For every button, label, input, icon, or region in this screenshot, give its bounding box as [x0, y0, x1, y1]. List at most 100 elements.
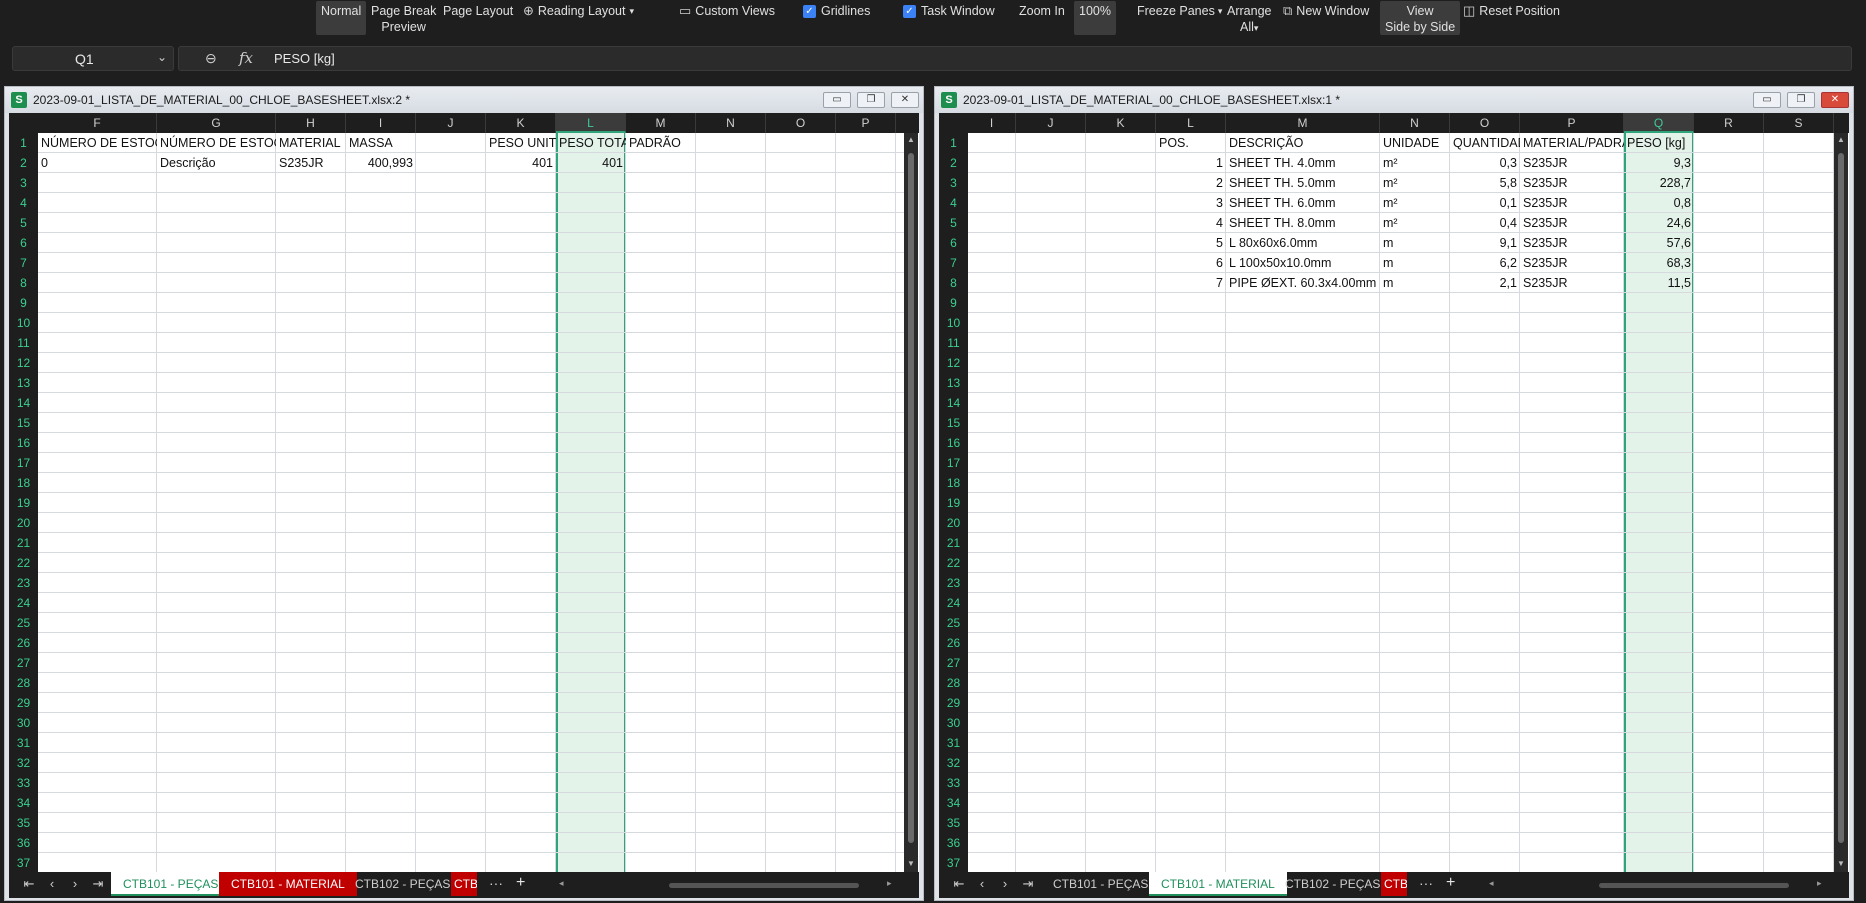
row-header-30[interactable]: 30: [939, 713, 968, 733]
row-header-22[interactable]: 22: [9, 553, 38, 573]
scroll-up-arrow-icon[interactable]: ▲: [906, 135, 916, 144]
scroll-down-arrow-icon[interactable]: ▼: [1836, 859, 1846, 868]
row-header-26[interactable]: 26: [939, 633, 968, 653]
cell-o7[interactable]: 6,2: [1450, 253, 1520, 273]
row-header-3[interactable]: 3: [939, 173, 968, 193]
row-header-30[interactable]: 30: [9, 713, 38, 733]
cell-p3[interactable]: S235JR: [1520, 173, 1624, 193]
add-sheet-icon[interactable]: +: [516, 874, 525, 892]
row-header-15[interactable]: 15: [939, 413, 968, 433]
next-sheet-icon[interactable]: ›: [65, 876, 85, 891]
more-tabs-icon[interactable]: ···: [1419, 875, 1433, 891]
row-header-20[interactable]: 20: [9, 513, 38, 533]
column-header-k[interactable]: K: [1086, 113, 1156, 133]
cell-o2[interactable]: 0,3: [1450, 153, 1520, 173]
row-header-12[interactable]: 12: [939, 353, 968, 373]
row-header-19[interactable]: 19: [9, 493, 38, 513]
row-header-35[interactable]: 35: [939, 813, 968, 833]
scrollbar-thumb[interactable]: [1838, 153, 1844, 843]
cell-o3[interactable]: 5,8: [1450, 173, 1520, 193]
cell-f1[interactable]: NÚMERO DE ESTOQUE: [38, 133, 157, 153]
cell-m4[interactable]: SHEET TH. 6.0mm: [1226, 193, 1380, 213]
cell-p5[interactable]: S235JR: [1520, 213, 1624, 233]
cell-o5[interactable]: 0,4: [1450, 213, 1520, 233]
cell-p8[interactable]: S235JR: [1520, 273, 1624, 293]
row-header-4[interactable]: 4: [9, 193, 38, 213]
cell-q7[interactable]: 68,3: [1624, 253, 1694, 273]
cell-l3[interactable]: 2: [1156, 173, 1226, 193]
row-header-36[interactable]: 36: [939, 833, 968, 853]
prev-sheet-icon[interactable]: ‹: [42, 876, 62, 891]
row-header-29[interactable]: 29: [9, 693, 38, 713]
row-header-34[interactable]: 34: [939, 793, 968, 813]
cell-n8[interactable]: m: [1380, 273, 1450, 293]
column-header-m[interactable]: M: [626, 113, 696, 133]
cell-g2[interactable]: Descrição: [157, 153, 276, 173]
vertical-scrollbar[interactable]: ▲ ▼: [904, 133, 918, 872]
sheet-tab[interactable]: CTB1: [451, 872, 477, 896]
cell-p6[interactable]: S235JR: [1520, 233, 1624, 253]
row-header-2[interactable]: 2: [939, 153, 968, 173]
row-header-10[interactable]: 10: [9, 313, 38, 333]
arrange-all-button[interactable]: Arrange All▾: [1222, 1, 1276, 35]
scroll-left-arrow-icon[interactable]: ◂: [559, 878, 564, 889]
next-sheet-icon[interactable]: ›: [995, 876, 1015, 891]
custom-views-button[interactable]: ▭ Custom Views: [674, 1, 780, 35]
sheet-grid[interactable]: FGHIJKLMNOPNÚMERO DE ESTOQUENÚMERO DE ES…: [9, 113, 919, 872]
row-header-36[interactable]: 36: [9, 833, 38, 853]
first-sheet-icon[interactable]: ⇤: [19, 876, 39, 892]
cell-q3[interactable]: 228,7: [1624, 173, 1694, 193]
cell-l7[interactable]: 6: [1156, 253, 1226, 273]
cell-q1[interactable]: PESO [kg]: [1624, 133, 1694, 153]
row-header-11[interactable]: 11: [9, 333, 38, 353]
column-header-n[interactable]: N: [1380, 113, 1450, 133]
row-header-2[interactable]: 2: [9, 153, 38, 173]
cell-q2[interactable]: 9,3: [1624, 153, 1694, 173]
column-header-p[interactable]: P: [1520, 113, 1624, 133]
row-header-32[interactable]: 32: [9, 753, 38, 773]
horizontal-scrollbar[interactable]: [669, 883, 859, 888]
row-header-21[interactable]: 21: [939, 533, 968, 553]
column-header-o[interactable]: O: [766, 113, 836, 133]
cell-o1[interactable]: QUANTIDADE: [1450, 133, 1520, 153]
row-header-17[interactable]: 17: [939, 453, 968, 473]
minimize-button[interactable]: ▭: [1753, 92, 1781, 108]
reading-layout-button[interactable]: ⊕ Reading Layout ▾: [518, 1, 639, 35]
row-header-33[interactable]: 33: [9, 773, 38, 793]
name-box[interactable]: Q1 ⌄: [12, 46, 174, 71]
close-button[interactable]: ✕: [891, 92, 919, 108]
first-sheet-icon[interactable]: ⇤: [949, 876, 969, 892]
cell-m1[interactable]: DESCRIÇÃO: [1226, 133, 1380, 153]
cell-l2[interactable]: 401: [556, 153, 626, 173]
cell-k2[interactable]: 401: [486, 153, 556, 173]
row-header-37[interactable]: 37: [9, 853, 38, 872]
cell-h1[interactable]: MATERIAL: [276, 133, 346, 153]
row-header-10[interactable]: 10: [939, 313, 968, 333]
row-header-8[interactable]: 8: [939, 273, 968, 293]
column-header-f[interactable]: F: [38, 113, 157, 133]
cell-i2[interactable]: 400,993: [346, 153, 416, 173]
row-header-24[interactable]: 24: [9, 593, 38, 613]
scrollbar-thumb[interactable]: [908, 153, 914, 843]
cell-p4[interactable]: S235JR: [1520, 193, 1624, 213]
row-header-13[interactable]: 13: [939, 373, 968, 393]
row-header-9[interactable]: 9: [939, 293, 968, 313]
sheet-tab[interactable]: CTB102 - PEÇAS: [343, 872, 462, 896]
row-header-14[interactable]: 14: [9, 393, 38, 413]
row-header-7[interactable]: 7: [9, 253, 38, 273]
column-header-q[interactable]: Q: [1624, 113, 1694, 133]
row-header-26[interactable]: 26: [9, 633, 38, 653]
cell-q4[interactable]: 0,8: [1624, 193, 1694, 213]
row-header-33[interactable]: 33: [939, 773, 968, 793]
cell-l6[interactable]: 5: [1156, 233, 1226, 253]
column-header-i[interactable]: I: [346, 113, 416, 133]
row-header-3[interactable]: 3: [9, 173, 38, 193]
cell-n2[interactable]: m²: [1380, 153, 1450, 173]
row-header-6[interactable]: 6: [939, 233, 968, 253]
vertical-scrollbar[interactable]: ▲ ▼: [1834, 133, 1848, 872]
row-header-32[interactable]: 32: [939, 753, 968, 773]
cell-i1[interactable]: MASSA: [346, 133, 416, 153]
restore-button[interactable]: ❐: [1787, 92, 1815, 108]
chevron-down-icon[interactable]: ⌄: [157, 50, 167, 64]
scroll-left-arrow-icon[interactable]: ◂: [1489, 878, 1494, 889]
